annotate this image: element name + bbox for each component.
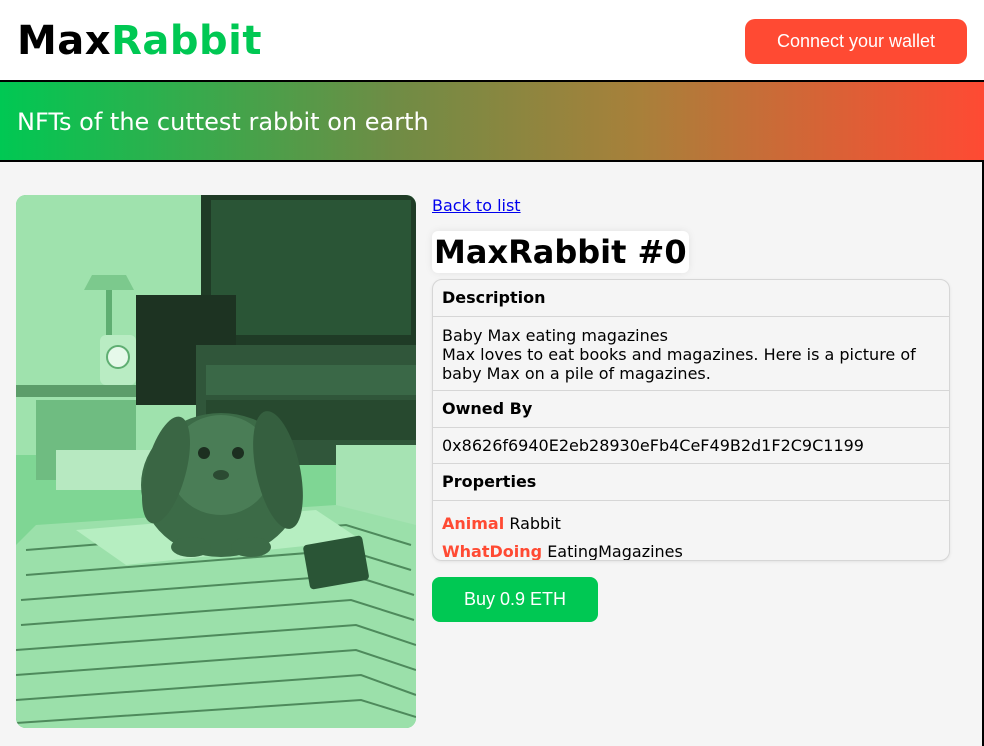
property-value: EatingMagazines	[547, 542, 683, 561]
connect-wallet-button[interactable]: Connect your wallet	[745, 19, 967, 64]
logo-max: Max	[17, 18, 112, 64]
site-logo[interactable]: MaxRabbit	[17, 14, 262, 68]
tagline: NFTs of the cuttest rabbit on earth	[17, 108, 429, 136]
owner-address: 0x8626f6940E2eb28930eFb4CeF49B2d1F2C9C11…	[433, 428, 949, 464]
property-row: Animal Rabbit	[442, 510, 940, 538]
property-key: WhatDoing	[442, 542, 543, 561]
nft-details-panel: Description Baby Max eating magazines Ma…	[432, 279, 950, 561]
nft-title: MaxRabbit #0	[432, 231, 689, 273]
description-header: Description	[433, 280, 949, 317]
description-title: Baby Max eating magazines	[442, 326, 668, 345]
property-value: Rabbit	[509, 514, 561, 533]
properties-list: Animal Rabbit WhatDoing EatingMagazines	[433, 501, 949, 561]
property-row: WhatDoing EatingMagazines	[442, 538, 940, 561]
tagline-banner: NFTs of the cuttest rabbit on earth	[0, 82, 984, 162]
description-body: Baby Max eating magazines Max loves to e…	[433, 317, 949, 391]
nft-image	[16, 195, 416, 728]
owned-by-header: Owned By	[433, 391, 949, 428]
description-text: Max loves to eat books and magazines. He…	[442, 345, 916, 383]
back-to-list-link[interactable]: Back to list	[432, 196, 521, 215]
header: MaxRabbit Connect your wallet	[0, 0, 984, 82]
buy-button[interactable]: Buy 0.9 ETH	[432, 577, 598, 622]
property-key: Animal	[442, 514, 505, 533]
properties-header: Properties	[433, 464, 949, 501]
logo-rabbit: Rabbit	[111, 18, 262, 64]
